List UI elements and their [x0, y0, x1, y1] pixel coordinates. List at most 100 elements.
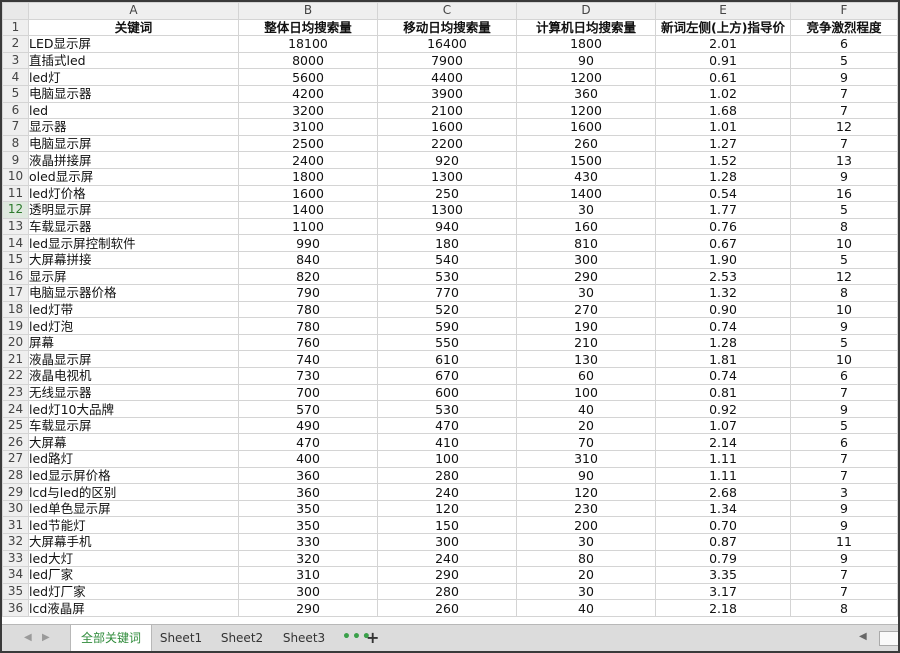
pc-search-cell[interactable]: 40: [516, 400, 656, 418]
pc-search-cell[interactable]: 300: [516, 250, 656, 269]
competition-cell[interactable]: 7: [790, 582, 898, 601]
total-search-cell[interactable]: 1600: [238, 184, 378, 203]
pc-search-cell[interactable]: 190: [516, 317, 656, 335]
total-search-cell[interactable]: 840: [238, 250, 378, 269]
keyword-cell[interactable]: led: [28, 101, 239, 120]
price-cell[interactable]: 1.77: [655, 201, 791, 219]
column-header-d[interactable]: D: [516, 2, 656, 20]
first-sheet-nav-icon[interactable]: ◀: [24, 632, 32, 643]
competition-cell[interactable]: 6: [790, 433, 898, 452]
total-search-cell[interactable]: 700: [238, 383, 378, 402]
mobile-search-cell[interactable]: 7900: [377, 51, 517, 70]
keyword-cell[interactable]: led路灯: [28, 450, 239, 468]
keyword-cell[interactable]: 直插式led: [28, 51, 239, 70]
competition-cell[interactable]: 9: [790, 317, 898, 335]
row-number[interactable]: 15: [2, 250, 29, 269]
row-number[interactable]: 17: [2, 284, 29, 302]
keyword-cell[interactable]: lcd与led的区别: [28, 483, 239, 501]
price-cell[interactable]: 1.11: [655, 450, 791, 468]
header-cell[interactable]: 新词左侧(上方)指导价: [655, 18, 791, 37]
mobile-search-cell[interactable]: 2200: [377, 134, 517, 153]
keyword-cell[interactable]: 车载显示器: [28, 217, 239, 236]
row-number[interactable]: 16: [2, 267, 29, 286]
price-cell[interactable]: 1.90: [655, 250, 791, 269]
mobile-search-cell[interactable]: 4400: [377, 68, 517, 86]
mobile-search-cell[interactable]: 120: [377, 499, 517, 518]
row-number[interactable]: 8: [2, 134, 29, 153]
row-number[interactable]: 24: [2, 400, 29, 418]
competition-cell[interactable]: 7: [790, 466, 898, 485]
pc-search-cell[interactable]: 30: [516, 582, 656, 601]
keyword-cell[interactable]: led单色显示屏: [28, 499, 239, 518]
total-search-cell[interactable]: 350: [238, 516, 378, 534]
total-search-cell[interactable]: 400: [238, 450, 378, 468]
row-number[interactable]: 26: [2, 433, 29, 452]
pc-search-cell[interactable]: 1600: [516, 118, 656, 136]
price-cell[interactable]: 0.74: [655, 367, 791, 385]
header-cell[interactable]: 竞争激烈程度: [790, 18, 898, 37]
mobile-search-cell[interactable]: 590: [377, 317, 517, 335]
pc-search-cell[interactable]: 20: [516, 566, 656, 584]
row-number[interactable]: 19: [2, 317, 29, 335]
keyword-cell[interactable]: 透明显示屏: [28, 201, 239, 219]
mobile-search-cell[interactable]: 1300: [377, 201, 517, 219]
row-number[interactable]: 2: [2, 35, 29, 53]
row-number[interactable]: 4: [2, 68, 29, 86]
add-sheet-button[interactable]: +: [366, 625, 379, 651]
competition-cell[interactable]: 7: [790, 101, 898, 120]
row-number[interactable]: 14: [2, 234, 29, 252]
pc-search-cell[interactable]: 230: [516, 499, 656, 518]
keyword-cell[interactable]: led厂家: [28, 566, 239, 584]
keyword-cell[interactable]: 车载显示屏: [28, 416, 239, 435]
pc-search-cell[interactable]: 120: [516, 483, 656, 501]
competition-cell[interactable]: 7: [790, 566, 898, 584]
total-search-cell[interactable]: 570: [238, 400, 378, 418]
pc-search-cell[interactable]: 430: [516, 167, 656, 186]
total-search-cell[interactable]: 3100: [238, 118, 378, 136]
keyword-cell[interactable]: led显示屏价格: [28, 466, 239, 485]
price-cell[interactable]: 1.28: [655, 333, 791, 352]
competition-cell[interactable]: 9: [790, 167, 898, 186]
competition-cell[interactable]: 9: [790, 549, 898, 568]
keyword-cell[interactable]: led大灯: [28, 549, 239, 568]
competition-cell[interactable]: 5: [790, 416, 898, 435]
price-cell[interactable]: 1.28: [655, 167, 791, 186]
competition-cell[interactable]: 5: [790, 333, 898, 352]
row-number[interactable]: 35: [2, 582, 29, 601]
horizontal-scrollbar[interactable]: ◀: [857, 629, 898, 647]
pc-search-cell[interactable]: 130: [516, 350, 656, 369]
total-search-cell[interactable]: 350: [238, 499, 378, 518]
header-cell[interactable]: 移动日均搜索量: [377, 18, 517, 37]
total-search-cell[interactable]: 780: [238, 300, 378, 319]
keyword-cell[interactable]: 屏幕: [28, 333, 239, 352]
price-cell[interactable]: 0.91: [655, 51, 791, 70]
mobile-search-cell[interactable]: 240: [377, 483, 517, 501]
price-cell[interactable]: 1.27: [655, 134, 791, 153]
row-number[interactable]: 32: [2, 533, 29, 551]
price-cell[interactable]: 2.18: [655, 599, 791, 617]
mobile-search-cell[interactable]: 770: [377, 284, 517, 302]
pc-search-cell[interactable]: 20: [516, 416, 656, 435]
mobile-search-cell[interactable]: 2100: [377, 101, 517, 120]
mobile-search-cell[interactable]: 670: [377, 367, 517, 385]
pc-search-cell[interactable]: 1800: [516, 35, 656, 53]
pc-search-cell[interactable]: 100: [516, 383, 656, 402]
price-cell[interactable]: 0.92: [655, 400, 791, 418]
column-header-a[interactable]: A: [28, 2, 239, 20]
keyword-cell[interactable]: 液晶拼接屏: [28, 151, 239, 169]
pc-search-cell[interactable]: 30: [516, 284, 656, 302]
pc-search-cell[interactable]: 30: [516, 533, 656, 551]
competition-cell[interactable]: 9: [790, 68, 898, 86]
keyword-cell[interactable]: 液晶电视机: [28, 367, 239, 385]
competition-cell[interactable]: 8: [790, 284, 898, 302]
price-cell[interactable]: 0.79: [655, 549, 791, 568]
total-search-cell[interactable]: 360: [238, 483, 378, 501]
row-number[interactable]: 13: [2, 217, 29, 236]
keyword-cell[interactable]: 大屏幕拼接: [28, 250, 239, 269]
price-cell[interactable]: 2.14: [655, 433, 791, 452]
price-cell[interactable]: 2.68: [655, 483, 791, 501]
mobile-search-cell[interactable]: 1600: [377, 118, 517, 136]
competition-cell[interactable]: 10: [790, 300, 898, 319]
select-all-corner[interactable]: [2, 2, 29, 20]
mobile-search-cell[interactable]: 240: [377, 549, 517, 568]
